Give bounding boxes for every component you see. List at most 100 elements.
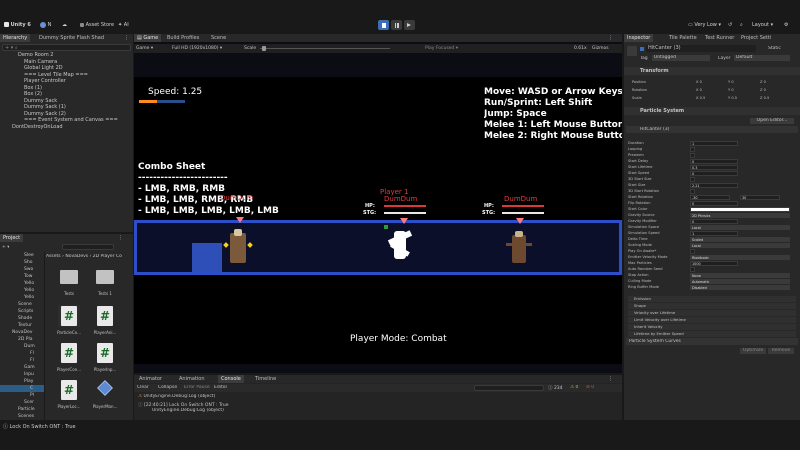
console-search-input[interactable] [474, 385, 544, 391]
asset-tile[interactable]: # [58, 379, 80, 401]
tree-item[interactable]: Fl [0, 357, 44, 364]
ai-button[interactable]: ✦ AI [118, 19, 129, 31]
asset-tile[interactable]: # [94, 342, 116, 364]
ps-module-header[interactable]: HitCanter (3) [626, 126, 798, 133]
tree-item[interactable]: Particle [0, 406, 44, 413]
account-button[interactable]: N [40, 19, 51, 31]
tab-build-profiles[interactable]: Build Profiles [164, 34, 202, 42]
project-add-button[interactable]: + ▾ [2, 245, 9, 250]
tab-hierarchy[interactable]: Hierarchy [0, 34, 31, 42]
remove-button[interactable]: Remove [768, 348, 794, 354]
tab-test-runner[interactable]: Test Runner [702, 34, 737, 42]
kebab-menu-icon[interactable]: ⋮ [608, 375, 613, 383]
tree-item[interactable]: NovaDev [0, 329, 44, 336]
tree-item[interactable]: 2D Pla [0, 336, 44, 343]
status-message[interactable]: ⓘ Lock On Switch ONT : True [3, 423, 76, 430]
breadcrumb-item[interactable]: NovaDevs [65, 254, 88, 259]
tag-dropdown[interactable]: Untagged [652, 55, 710, 61]
kebab-menu-icon[interactable]: ⋮ [608, 34, 613, 42]
prop-value[interactable]: 30 [740, 194, 780, 200]
prop-dropdown[interactable]: Local [690, 224, 790, 230]
hierarchy-row[interactable]: DontDestroyOnLoad [0, 124, 133, 131]
prop-value[interactable]: 1 [690, 230, 738, 236]
prop-dropdown[interactable]: Scaled [690, 236, 790, 242]
module-row[interactable]: Emission [628, 296, 796, 302]
tree-item[interactable]: C [0, 385, 44, 392]
position-z[interactable]: Z 0 [760, 79, 766, 85]
asset-tile[interactable]: # [58, 305, 80, 327]
prop-value[interactable]: 0 [690, 200, 738, 206]
prop-value[interactable]: 0 [690, 218, 738, 224]
transform-header[interactable]: Transform [624, 67, 800, 75]
kebab-menu-icon[interactable]: ⋮ [124, 35, 129, 41]
tree-item[interactable]: Pl [0, 392, 44, 399]
warning-count[interactable]: ⚠ 0 [570, 385, 578, 390]
module-row[interactable]: Inherit Velocity [628, 324, 796, 330]
asset-tile[interactable] [94, 379, 116, 401]
game-viewport[interactable]: Speed: 1.25 Move: WASD or Arrow Keys Run… [134, 77, 622, 364]
particle-system-header[interactable]: Particle System [624, 107, 800, 115]
tree-item[interactable]: Slee [0, 252, 44, 259]
prop-checkbox[interactable] [690, 146, 695, 152]
tree-item[interactable]: Textur [0, 322, 44, 329]
prop-value[interactable]: 2.21 [690, 182, 738, 188]
tree-item[interactable]: Scene [0, 301, 44, 308]
prop-dropdown[interactable]: None [690, 272, 790, 278]
console-line[interactable]: ⚠ UnityEngine.Debug:Log (object) [138, 394, 215, 399]
asset-tile[interactable]: # [94, 305, 116, 327]
tree-item[interactable]: Scer [0, 399, 44, 406]
error-pause-button[interactable]: Error Pause [184, 385, 210, 390]
prop-dropdown[interactable]: Automatic [690, 278, 790, 284]
scale-slider-handle[interactable] [262, 46, 266, 51]
rotation-x[interactable]: X 0 [696, 87, 702, 93]
layout-dropdown[interactable]: Layout ▾ [752, 19, 773, 31]
asset-store-button[interactable]: Asset Store [80, 19, 114, 31]
tree-item[interactable]: Inpu [0, 371, 44, 378]
history-icon[interactable]: ↺ [728, 19, 732, 31]
breadcrumb-item[interactable]: 2D Player Co [93, 254, 122, 259]
tab-tile-palette[interactable]: Tile Palette [666, 34, 700, 42]
cloud-icon[interactable]: ☁ [62, 19, 67, 31]
tree-item[interactable]: Tow [0, 273, 44, 280]
tab-dummy-sprite[interactable]: Dummy Sprite Flash Shad [36, 34, 107, 42]
position-y[interactable]: Y 0 [728, 79, 734, 85]
console-line[interactable]: UnityEngine.Debug:Log (object) [152, 408, 224, 413]
asset-tile[interactable] [94, 268, 116, 286]
tree-item[interactable]: Yello [0, 280, 44, 287]
prop-checkbox[interactable] [690, 266, 695, 272]
object-name-input[interactable]: HitCanter (3) [646, 45, 756, 52]
prop-value[interactable]: 0 [690, 158, 738, 164]
tree-item[interactable]: Scripts [0, 308, 44, 315]
prop-value[interactable]: 1 [690, 140, 738, 146]
module-row[interactable]: Velocity over Lifetime [628, 310, 796, 316]
module-row[interactable]: Shape [628, 303, 796, 309]
search-icon[interactable]: ⌕ [740, 19, 743, 31]
tab-timeline[interactable]: Timeline [252, 375, 279, 383]
tree-item[interactable]: Yello [0, 287, 44, 294]
tab-inspector[interactable]: Inspector [624, 34, 654, 42]
tree-item[interactable]: Play [0, 378, 44, 385]
scale-z[interactable]: Z 0.5 [760, 95, 769, 101]
prop-dropdown[interactable]: Rigidbody [690, 254, 790, 260]
project-search-input[interactable] [62, 244, 114, 250]
active-checkbox[interactable] [640, 47, 644, 51]
tab-animator[interactable]: Animator [136, 375, 165, 383]
log-count[interactable]: ⓘ 234 [548, 385, 563, 391]
collapse-button[interactable]: Collapse [158, 385, 177, 390]
play-button[interactable] [378, 20, 389, 30]
kebab-menu-icon[interactable]: ⋮ [118, 234, 123, 242]
scale-y[interactable]: Y 0.5 [728, 95, 737, 101]
prop-dropdown[interactable]: Disabled [690, 284, 790, 290]
tree-item[interactable]: Swo [0, 266, 44, 273]
prop-dropdown[interactable]: 2D Physics [690, 212, 790, 218]
asset-tile[interactable]: # [58, 342, 80, 364]
curves-header[interactable]: Particle System Curves [626, 338, 798, 345]
tree-item[interactable]: Sho [0, 259, 44, 266]
position-x[interactable]: X 0 [696, 79, 702, 85]
prop-value[interactable]: 0.3 [690, 164, 738, 170]
start-color-swatch[interactable] [690, 206, 790, 212]
tab-project-settings[interactable]: Project Setti [738, 34, 774, 42]
prop-value[interactable]: 1000 [690, 260, 738, 266]
scale-x[interactable]: X 0.5 [696, 95, 705, 101]
hierarchy-search-input[interactable]: + ▾ ⌕ [2, 44, 131, 51]
